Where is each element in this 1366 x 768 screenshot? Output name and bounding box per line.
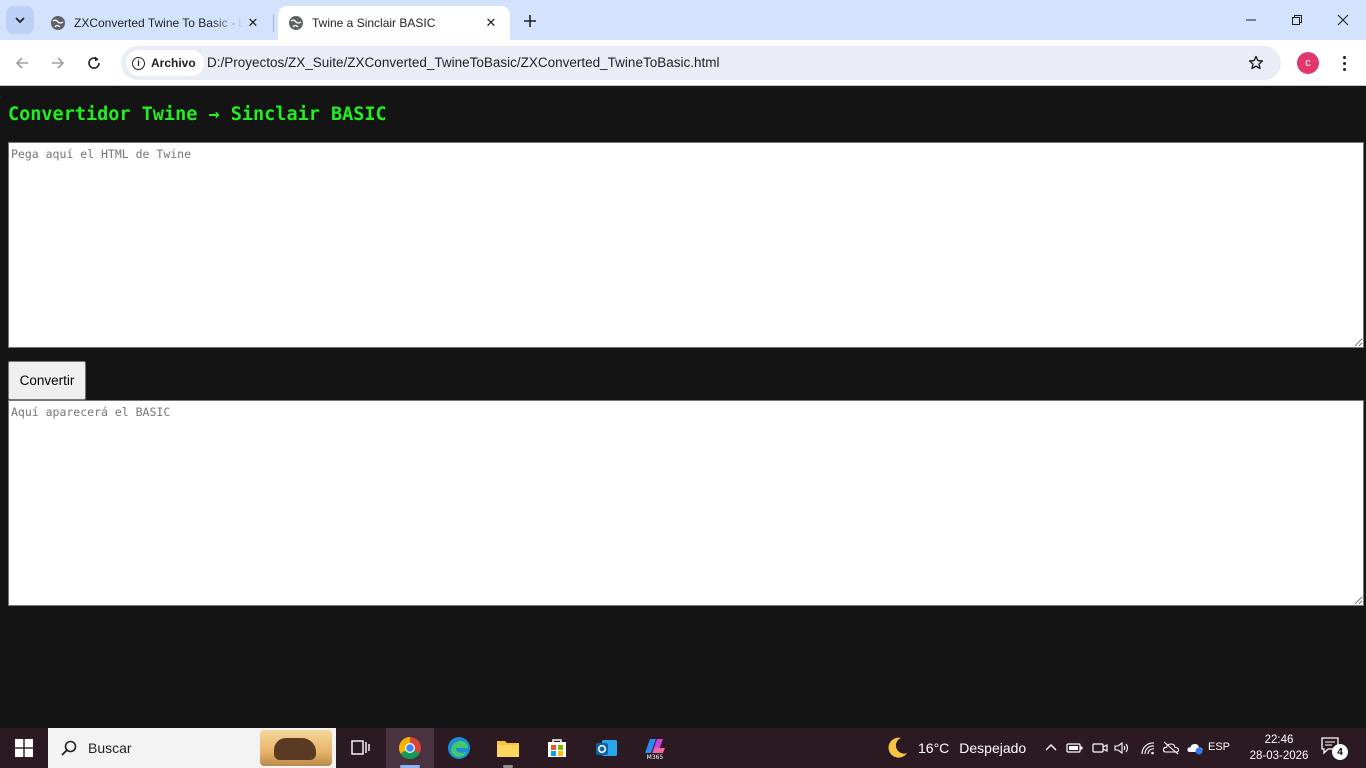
taskbar-m365[interactable]: M365	[631, 728, 679, 768]
close-tab-icon[interactable]: ✕	[482, 14, 500, 32]
arrow-right-icon	[52, 57, 65, 69]
reload-button[interactable]	[80, 49, 108, 77]
weather-widget[interactable]: 16°C Despejado	[884, 728, 1026, 768]
minimize-icon	[1246, 19, 1256, 21]
edge-icon	[448, 737, 470, 759]
speaker-icon	[1114, 741, 1129, 755]
taskbar-search[interactable]: Buscar	[48, 728, 336, 768]
task-view-button[interactable]	[336, 728, 384, 768]
camera-status[interactable]	[1090, 728, 1110, 768]
reload-icon	[88, 56, 100, 69]
wifi-icon	[1141, 742, 1155, 755]
address-bar[interactable]: i Archivo D:/Proyectos/ZX_Suite/ZXConver…	[121, 46, 1281, 80]
restore-icon	[1292, 15, 1302, 25]
sync-status[interactable]	[1184, 728, 1206, 768]
weather-temperature: 16°C	[918, 740, 950, 756]
menu-dot	[1342, 61, 1346, 65]
show-hidden-icons-button[interactable]	[1042, 728, 1060, 768]
taskbar-file-explorer[interactable]	[484, 728, 532, 768]
search-highlight-image	[260, 730, 332, 766]
battery-icon	[1066, 743, 1083, 753]
bison-illustration	[274, 738, 316, 760]
info-icon: i	[132, 56, 145, 70]
profile-avatar[interactable]: c	[1297, 52, 1319, 74]
close-icon	[1337, 14, 1349, 26]
minimize-button[interactable]	[1228, 0, 1274, 40]
new-tab-button[interactable]	[517, 9, 543, 33]
taskbar-chrome[interactable]	[386, 728, 434, 768]
page-content: Convertidor Twine → Sinclair BASIC Conve…	[0, 87, 1366, 728]
tab-twine-sinclair[interactable]: Twine a Sinclair BASIC ✕	[278, 6, 510, 40]
tab-title: Twine a Sinclair BASIC	[312, 16, 436, 30]
svg-text:M365: M365	[647, 754, 664, 760]
url-text[interactable]: D:/Proyectos/ZX_Suite/ZXConverted_TwineT…	[207, 55, 719, 70]
search-label: Buscar	[88, 740, 132, 756]
clock-date: 28-03-2026	[1249, 750, 1309, 762]
restore-button[interactable]	[1274, 0, 1320, 40]
volume-button[interactable]	[1112, 728, 1132, 768]
chrome-icon	[399, 737, 421, 759]
twine-html-input[interactable]	[8, 142, 1364, 348]
page-title: Convertidor Twine → Sinclair BASIC	[8, 104, 387, 125]
battery-status[interactable]	[1065, 728, 1085, 768]
basic-output[interactable]	[8, 400, 1364, 606]
outlook-icon	[596, 740, 617, 756]
tab-zxconverted[interactable]: ZXConverted Twine To Basic - L ✕	[40, 6, 272, 40]
taskbar-outlook[interactable]	[582, 728, 630, 768]
back-button[interactable]	[8, 49, 36, 77]
weather-condition: Despejado	[959, 740, 1027, 756]
tab-title: ZXConverted Twine To Basic - L	[74, 16, 244, 30]
site-info-chip[interactable]: i Archivo	[126, 50, 204, 76]
notifications-button[interactable]: 4	[1320, 736, 1350, 760]
clock[interactable]: 22:46 28-03-2026	[1244, 732, 1314, 764]
start-button[interactable]	[0, 728, 48, 768]
star-icon	[1248, 55, 1264, 70]
site-info-label: Archivo	[151, 56, 196, 70]
taskbar-edge[interactable]	[435, 728, 483, 768]
task-view-icon	[351, 740, 370, 755]
wifi-button[interactable]	[1138, 728, 1158, 768]
cloud-offline-icon	[1162, 741, 1180, 755]
globe-icon	[289, 16, 303, 30]
tab-separator	[273, 14, 274, 32]
taskbar-microsoft-store[interactable]	[533, 728, 581, 768]
cloud-sync-icon	[1187, 744, 1203, 755]
globe-icon	[51, 16, 65, 30]
browser-menu-button[interactable]	[1334, 53, 1354, 73]
clock-time: 22:46	[1264, 734, 1294, 746]
camera-icon	[1092, 743, 1108, 753]
taskbar: Buscar M365 16°C Despejado ESP 22:46 28-…	[0, 728, 1366, 768]
tab-strip: ZXConverted Twine To Basic - L ✕ Twine a…	[0, 0, 1366, 40]
browser-toolbar: i Archivo D:/Proyectos/ZX_Suite/ZXConver…	[0, 40, 1366, 86]
tab-search-button[interactable]	[6, 6, 34, 34]
plus-icon	[524, 15, 536, 27]
bookmark-button[interactable]	[1245, 52, 1267, 74]
arrow-left-icon	[15, 57, 28, 69]
notification-badge: 4	[1332, 744, 1348, 760]
m365-icon: M365	[645, 739, 665, 760]
close-tab-icon[interactable]: ✕	[244, 14, 262, 32]
file-explorer-icon	[497, 741, 519, 757]
input-language[interactable]: ESP	[1208, 741, 1230, 753]
onedrive-status[interactable]	[1160, 728, 1182, 768]
menu-dot	[1342, 55, 1346, 59]
search-icon	[61, 740, 77, 756]
moon-icon	[888, 737, 907, 758]
convert-button[interactable]: Convertir	[8, 361, 86, 400]
close-window-button[interactable]	[1320, 0, 1366, 40]
microsoft-store-icon	[548, 739, 566, 757]
chevron-down-icon	[15, 17, 25, 24]
forward-button[interactable]	[44, 49, 72, 77]
menu-dot	[1342, 67, 1346, 71]
chevron-up-icon	[1045, 744, 1057, 751]
windows-icon	[15, 739, 33, 757]
